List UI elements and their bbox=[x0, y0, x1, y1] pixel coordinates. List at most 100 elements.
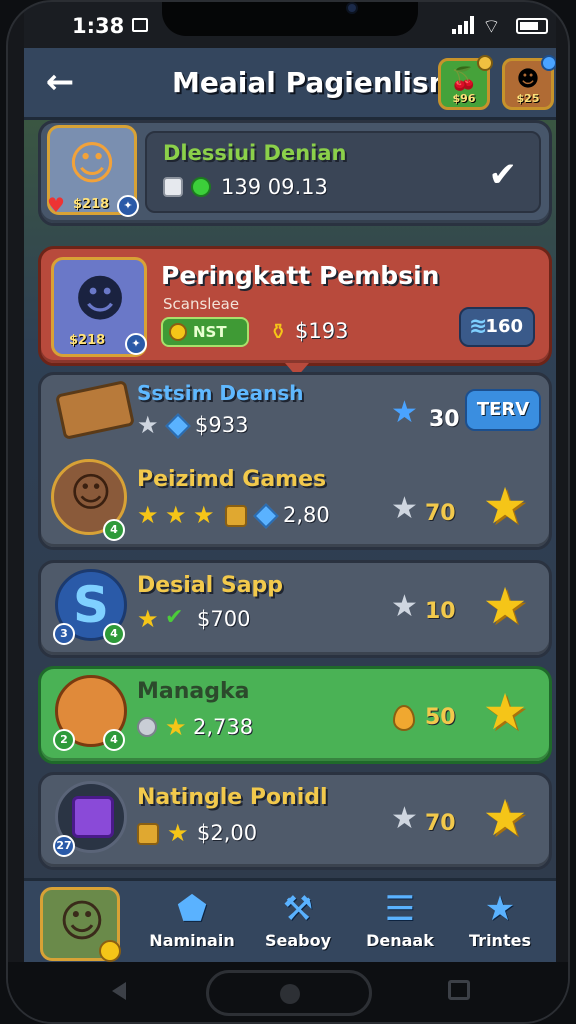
avatar-badge: $218 bbox=[69, 333, 106, 348]
character-icon: ☺ bbox=[68, 136, 116, 190]
item-subtitle: Scansleae bbox=[163, 295, 240, 313]
pill-label: NST bbox=[193, 323, 227, 341]
silver-star-icon: ★ bbox=[391, 491, 418, 526]
gold-star-icon: ★ bbox=[193, 501, 215, 529]
level-badge-icon: 27 bbox=[53, 835, 75, 857]
recents-icon[interactable] bbox=[448, 980, 470, 1000]
character-icon: ☻ bbox=[74, 270, 127, 328]
gold-star-icon: ★ bbox=[137, 501, 159, 529]
favorite-star-icon[interactable]: ★ bbox=[479, 793, 531, 845]
heart-icon: ♥ bbox=[47, 193, 65, 217]
nav-label: Denaak bbox=[366, 931, 434, 950]
favorite-star-icon[interactable]: ★ bbox=[479, 481, 531, 533]
gems-button-label: 160 bbox=[485, 316, 523, 337]
character-icon: ☺ bbox=[59, 896, 105, 947]
nav-naminain[interactable]: ⬟ Naminain bbox=[140, 887, 244, 961]
dice-icon bbox=[163, 177, 183, 197]
favorite-star-icon[interactable]: ★ bbox=[479, 687, 531, 739]
cherry-icon: 🍒 bbox=[450, 67, 478, 92]
level-badge-icon: 2 bbox=[53, 729, 75, 751]
blue-star-icon: ★ bbox=[391, 395, 418, 430]
crate-icon bbox=[137, 823, 159, 845]
tools-icon: ⚒ bbox=[282, 889, 314, 929]
item-name: Desial Sapp bbox=[137, 573, 284, 598]
item-name: Peringkatt Pembsin bbox=[161, 261, 440, 290]
gems-button[interactable]: 160 bbox=[459, 307, 535, 347]
status-pill: NST bbox=[161, 317, 249, 347]
screen: 1:38 ⌔ ← Meaial Pagienlisn 🍒 $96 ☻ $25 ☺… bbox=[24, 2, 556, 962]
nav-seaboy[interactable]: ⚒ Seaboy bbox=[246, 887, 350, 961]
camera-icon bbox=[346, 2, 358, 14]
wifi-icon: ⌔ bbox=[482, 14, 501, 38]
gold-star-icon: ★ bbox=[137, 605, 159, 633]
avatar-icon: ☻ bbox=[516, 67, 540, 92]
stack-icon: ☰ bbox=[384, 889, 416, 929]
gem-icon bbox=[253, 503, 279, 529]
avatar-badge: $25 bbox=[516, 92, 540, 105]
gold-star-icon: ★ bbox=[165, 501, 187, 529]
image-icon bbox=[132, 18, 148, 32]
item-value: $2,00 bbox=[197, 821, 258, 845]
item-value: 2,738 bbox=[193, 715, 254, 739]
orb-icon bbox=[191, 177, 211, 197]
gold-star-icon: ★ bbox=[165, 713, 187, 741]
item-name: Peizimd Games bbox=[137, 467, 327, 492]
phone-frame: 1:38 ⌔ ← Meaial Pagienlisn 🍒 $96 ☻ $25 ☺… bbox=[6, 0, 570, 1024]
item-name: Sstsim Deansh bbox=[137, 381, 304, 405]
battery-icon bbox=[516, 18, 548, 34]
check-icon: ✔ bbox=[165, 605, 184, 630]
level-badge-icon: ✦ bbox=[117, 195, 139, 217]
item-name: Managka bbox=[137, 679, 250, 704]
list-item[interactable]: ☺ ♥ $218 ✦ Dlessiui Denian 139 09.13 ✔ bbox=[38, 120, 552, 226]
back-button[interactable]: ← bbox=[38, 62, 82, 106]
item-score: 70 bbox=[425, 501, 456, 526]
page-title: Meaial Pagienlisn bbox=[172, 66, 449, 99]
item-value: $193 bbox=[295, 319, 349, 343]
silver-coin-icon bbox=[137, 717, 157, 737]
profile-button[interactable]: ☻ $25 bbox=[502, 55, 556, 110]
list-item[interactable]: Sstsim Deansh ★ $933 ★ 30 TERV ☺ 4 Peizi… bbox=[38, 372, 552, 550]
nav-denaak[interactable]: ☰ Denaak bbox=[348, 887, 452, 961]
player-avatar-button[interactable]: ☺ bbox=[40, 887, 121, 962]
check-icon[interactable]: ✔ bbox=[489, 155, 518, 195]
notch bbox=[162, 2, 418, 36]
item-score: 10 bbox=[425, 599, 456, 624]
notification-icon bbox=[541, 55, 556, 71]
list-item-highlighted[interactable]: ☻ $218 ✦ Peringkatt Pembsin Scansleae NS… bbox=[38, 246, 552, 377]
cube-icon bbox=[72, 796, 114, 838]
item-value: 139 09.13 bbox=[221, 175, 328, 199]
nav-label: Naminain bbox=[149, 931, 235, 950]
system-back-icon[interactable] bbox=[112, 982, 126, 1000]
wooden-sign-icon bbox=[55, 380, 135, 440]
favorite-star-icon[interactable]: ★ bbox=[479, 581, 531, 633]
item-name: Dlessiui Denian bbox=[163, 141, 347, 165]
avatar-badge: $218 bbox=[73, 197, 110, 212]
coin-icon bbox=[99, 940, 121, 962]
status-bar: 1:38 ⌔ bbox=[24, 2, 556, 48]
item-name: Natingle Ponidl bbox=[137, 785, 328, 810]
list-item[interactable]: S 3 4 Desial Sapp ★ ✔ $700 ★ 10 ★ bbox=[38, 560, 552, 658]
gold-star-icon: ★ bbox=[167, 819, 189, 847]
silver-star-icon: ★ bbox=[137, 411, 159, 439]
shield-icon: ⬟ bbox=[177, 889, 207, 929]
item-score: 70 bbox=[425, 811, 456, 836]
list-item[interactable]: 27 Natingle Ponidl ★ $2,00 ★ 70 ★ bbox=[38, 772, 552, 870]
star-icon: ★ bbox=[484, 889, 516, 929]
item-value: $933 bbox=[195, 413, 249, 437]
item-panel: Dlessiui Denian 139 09.13 ✔ bbox=[145, 131, 541, 213]
list-item-highlighted[interactable]: 2 4 Managka ★ 2,738 50 ★ bbox=[38, 666, 552, 764]
silver-star-icon: ★ bbox=[391, 801, 418, 836]
item-score: 50 bbox=[425, 705, 456, 730]
nav-label: Seaboy bbox=[264, 931, 332, 950]
crate-icon bbox=[225, 505, 247, 527]
level-badge-icon: 4 bbox=[103, 623, 125, 645]
coin-icon bbox=[169, 323, 187, 341]
coin-icon bbox=[477, 55, 493, 71]
try-button[interactable]: TERV bbox=[465, 389, 541, 431]
fruit-shop-button[interactable]: 🍒 $96 bbox=[438, 55, 493, 110]
nav-trintes[interactable]: ★ Trintes bbox=[448, 887, 552, 961]
status-time: 1:38 bbox=[72, 14, 125, 38]
item-score: 30 bbox=[429, 407, 460, 432]
silver-star-icon: ★ bbox=[391, 589, 418, 624]
signal-icon bbox=[452, 16, 474, 34]
